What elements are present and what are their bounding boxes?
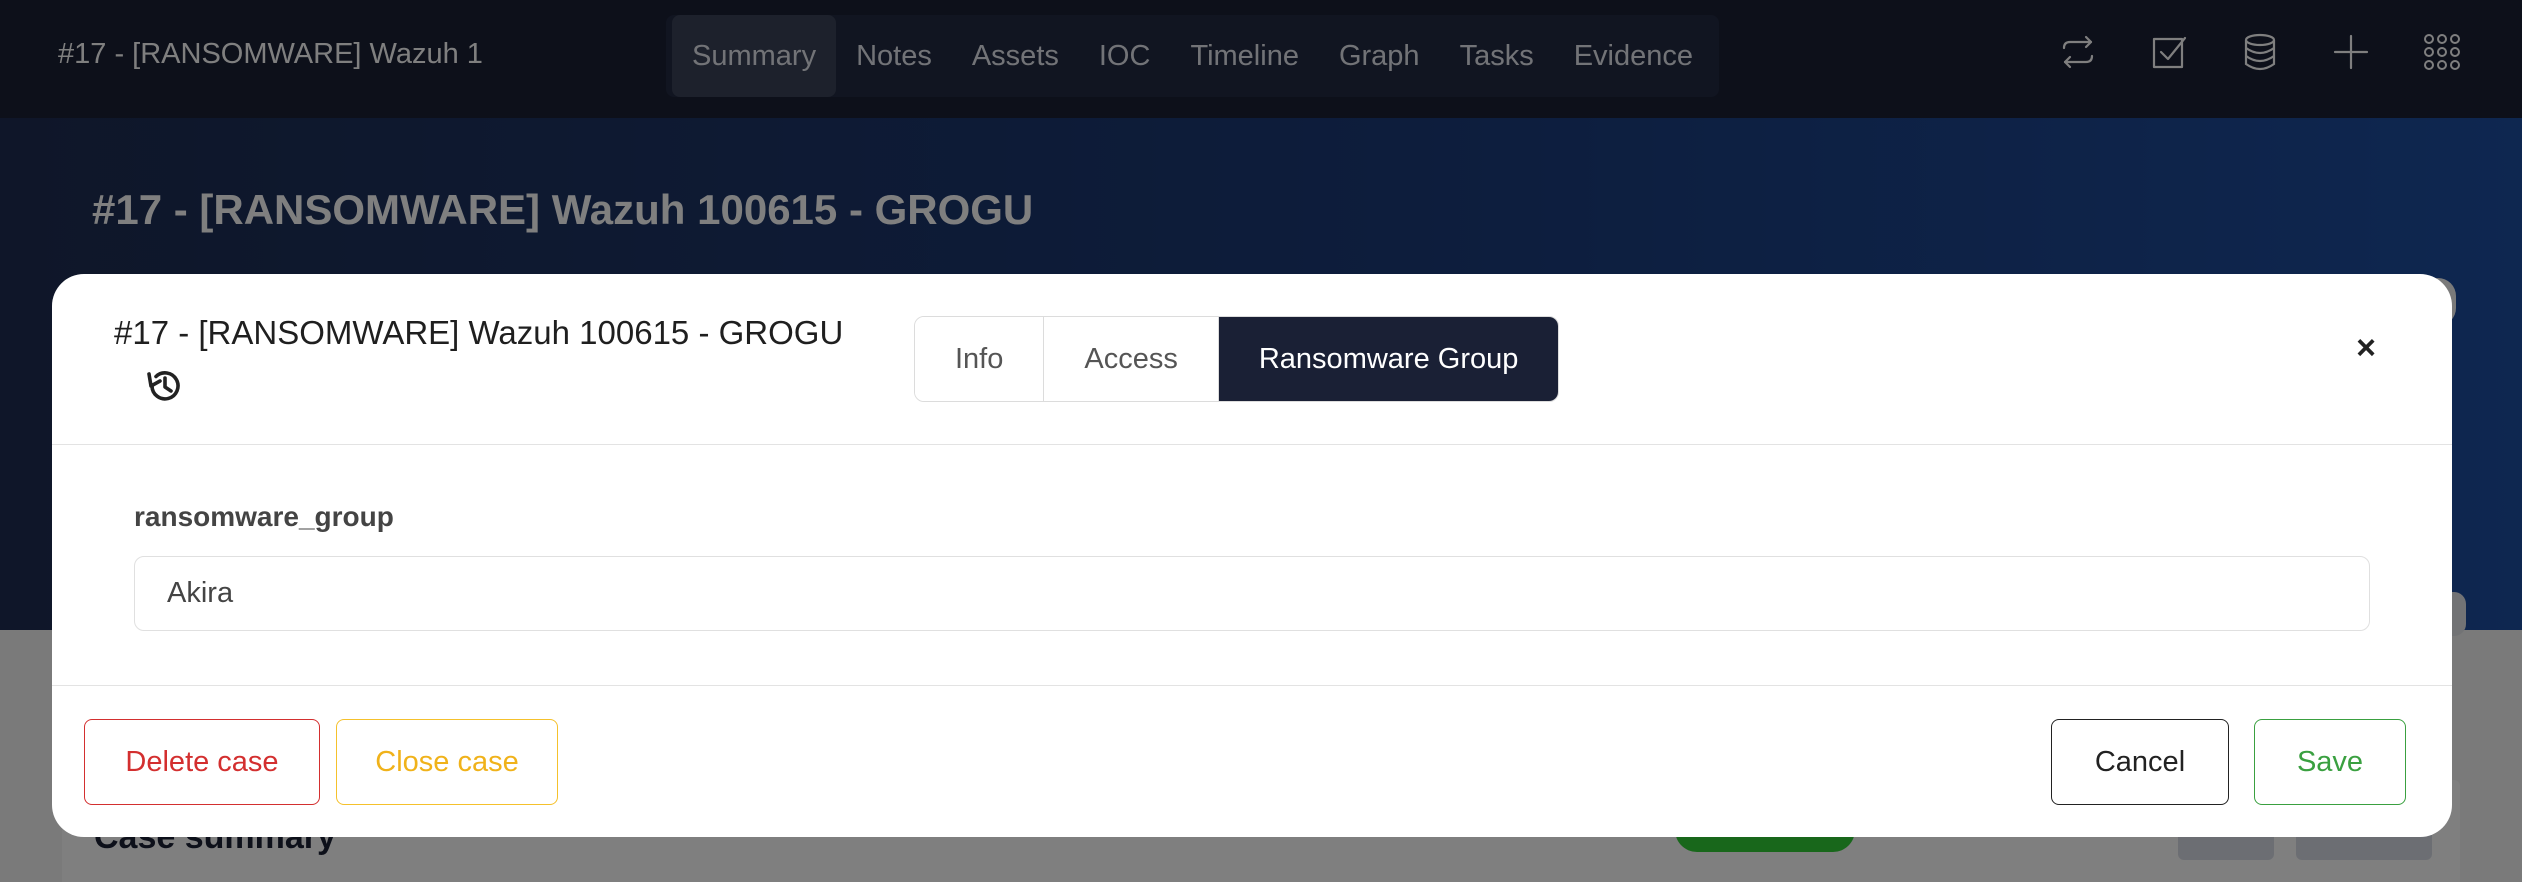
tab-access[interactable]: Access: [1044, 317, 1219, 401]
modal-title: #17 - [RANSOMWARE] Wazuh 100615 - GROGU: [114, 314, 844, 351]
tab-ransomware-group[interactable]: Ransomware Group: [1218, 317, 1559, 401]
history-icon[interactable]: [144, 366, 184, 406]
cancel-button[interactable]: Cancel: [2051, 719, 2229, 805]
modal-footer: Delete case Close case Cancel Save: [52, 685, 2452, 837]
ransomware-group-label: ransomware_group: [134, 501, 394, 532]
ransomware-group-input[interactable]: [134, 556, 2370, 631]
case-edit-modal: #17 - [RANSOMWARE] Wazuh 100615 - GROGU …: [52, 274, 2452, 837]
close-icon[interactable]: ×: [2348, 330, 2384, 366]
modal-tabs: Info Access Ransomware Group: [914, 316, 1560, 402]
delete-case-button[interactable]: Delete case: [84, 719, 320, 805]
tab-info[interactable]: Info: [915, 317, 1045, 401]
close-case-button[interactable]: Close case: [336, 719, 558, 805]
modal-body: ransomware_group: [52, 445, 2452, 685]
save-button[interactable]: Save: [2254, 719, 2406, 805]
modal-header: #17 - [RANSOMWARE] Wazuh 100615 - GROGU …: [52, 274, 2452, 445]
